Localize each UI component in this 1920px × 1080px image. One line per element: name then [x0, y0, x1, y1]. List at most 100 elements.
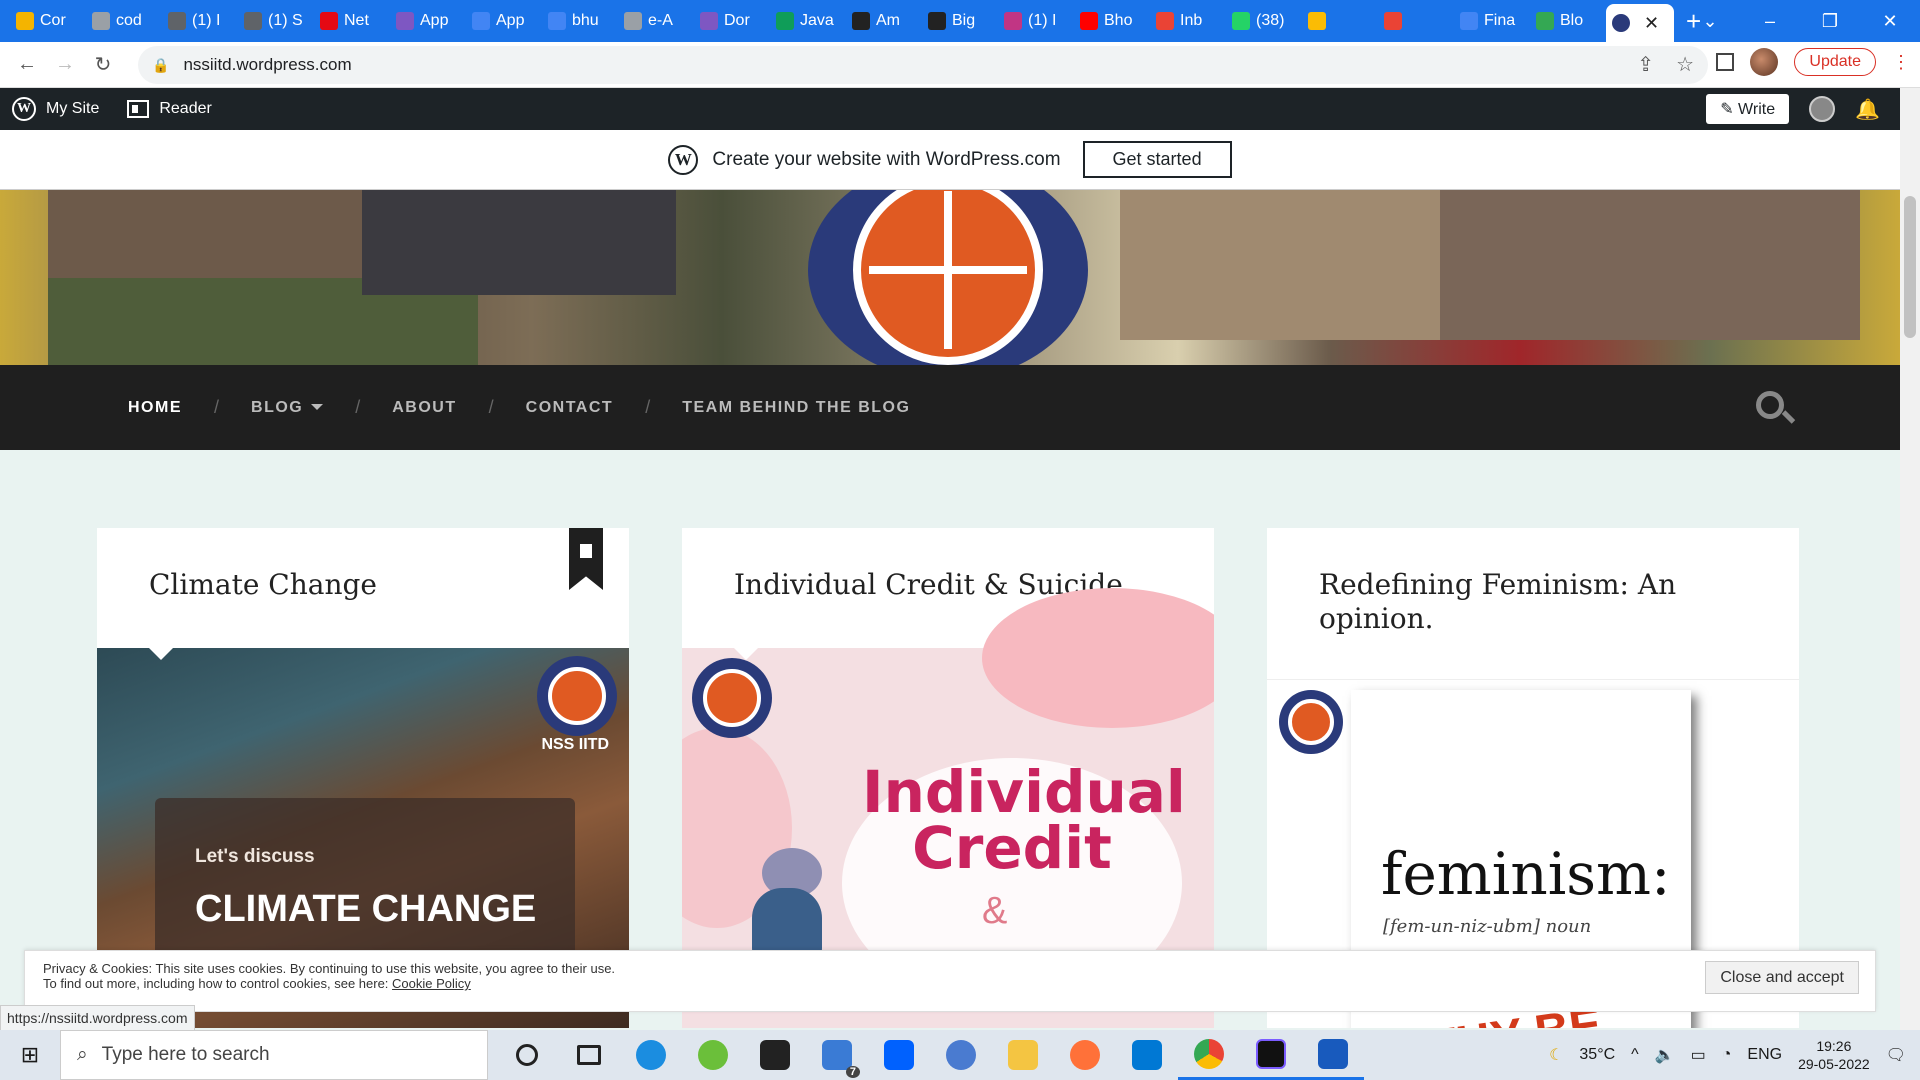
language-indicator[interactable]: ENG: [1747, 1046, 1782, 1064]
clock[interactable]: 19:26 29-05-2022: [1798, 1037, 1870, 1073]
browser-tab[interactable]: (1) I: [998, 6, 1074, 36]
close-window-icon[interactable]: ✕: [1860, 11, 1920, 32]
side-panel-icon[interactable]: [1716, 53, 1735, 71]
notion-icon[interactable]: [744, 1030, 806, 1080]
edge-icon[interactable]: [620, 1030, 682, 1080]
browser-tab[interactable]: Fina: [1454, 6, 1530, 36]
post-title[interactable]: Redefining Feminism: An opinion.: [1267, 528, 1799, 648]
minimize-icon[interactable]: –: [1740, 11, 1800, 32]
browser-tab[interactable]: Bho: [1074, 6, 1150, 36]
tab-search-icon[interactable]: ⌄: [1680, 11, 1740, 32]
browser-tab[interactable]: bhu: [542, 6, 618, 36]
battery-icon[interactable]: ▭: [1691, 1045, 1706, 1065]
nav-team[interactable]: TEAM BEHIND THE BLOG: [682, 399, 910, 417]
cortana-icon[interactable]: [496, 1030, 558, 1080]
browser-tab[interactable]: (1) S: [238, 6, 314, 36]
nav-contact[interactable]: CONTACT: [526, 399, 614, 417]
windows-start-icon[interactable]: ⊞: [0, 1042, 60, 1068]
nav-home[interactable]: HOME: [128, 399, 182, 417]
weather-temp[interactable]: 35°C: [1579, 1046, 1615, 1064]
get-started-button[interactable]: Get started: [1082, 141, 1232, 178]
tab-favicon-icon: [776, 12, 794, 30]
cookie-policy-link[interactable]: Cookie Policy: [392, 976, 471, 991]
task-view-icon[interactable]: [558, 1030, 620, 1080]
chromium-icon[interactable]: [930, 1030, 992, 1080]
vscode-icon[interactable]: [1116, 1030, 1178, 1080]
chevron-up-icon[interactable]: ^: [1631, 1046, 1639, 1064]
browser-tab[interactable]: Cor: [10, 6, 86, 36]
browser-tab[interactable]: [1302, 6, 1378, 36]
firefox-icon[interactable]: [1054, 1030, 1116, 1080]
image-title: Individual Credit: [862, 758, 1186, 882]
search-icon: ⌕: [77, 1044, 88, 1065]
scrollbar-thumb[interactable]: [1904, 196, 1916, 338]
address-bar[interactable]: 🔒 nssiitd.wordpress.com ⇪ ☆: [138, 46, 1708, 84]
user-avatar[interactable]: [1809, 96, 1836, 122]
bookmark-star-icon[interactable]: ☆: [1676, 52, 1694, 77]
tab-label: Cor: [40, 12, 66, 29]
tab-favicon-icon: [1460, 12, 1478, 30]
page-scrollbar[interactable]: [1900, 88, 1920, 1030]
file-explorer-icon[interactable]: [992, 1030, 1054, 1080]
intellij-icon[interactable]: [1240, 1030, 1302, 1080]
image-pronunciation: [fem-un-niz-ubm] noun: [1383, 916, 1592, 937]
wordpress-logo-icon: W: [12, 97, 36, 121]
weather-moon-icon[interactable]: ☾: [1549, 1045, 1563, 1065]
title-notch: [1319, 680, 1343, 692]
browser-toolbar: ← → ↻ 🔒 nssiitd.wordpress.com ⇪ ☆ Update…: [0, 42, 1920, 88]
write-button[interactable]: ✎ Write: [1706, 94, 1790, 124]
tab-favicon-icon: [1308, 12, 1326, 30]
nav-blog[interactable]: BLOG: [251, 399, 324, 417]
menu-kebab-icon[interactable]: ⋮: [1892, 52, 1910, 73]
share-icon[interactable]: ⇪: [1637, 52, 1654, 77]
tab-favicon-icon: [244, 12, 262, 30]
lock-icon[interactable]: 🔒: [152, 57, 169, 74]
notifications-icon[interactable]: 🗨: [1886, 1045, 1906, 1065]
restore-icon[interactable]: ❐: [1800, 11, 1860, 32]
close-tab-icon[interactable]: ✕: [1644, 13, 1659, 34]
tab-favicon-icon: [928, 12, 946, 30]
main-navigation: HOME / BLOG / ABOUT / CONTACT / TEAM BEH…: [0, 365, 1900, 450]
forward-icon[interactable]: →: [46, 53, 84, 76]
nav-about[interactable]: ABOUT: [392, 399, 456, 417]
browser-tab[interactable]: cod: [86, 6, 162, 36]
update-button[interactable]: Update: [1794, 48, 1876, 76]
cookie-text-line2: To find out more, including how to contr…: [43, 976, 1857, 991]
browser-tab[interactable]: App: [466, 6, 542, 36]
browser-tab[interactable]: (38): [1226, 6, 1302, 36]
browser-tab[interactable]: [1378, 6, 1454, 36]
dropbox-icon[interactable]: [868, 1030, 930, 1080]
wifi-icon[interactable]: ◔: [1722, 1046, 1732, 1064]
tab-label: Java: [800, 12, 834, 29]
browser-tab[interactable]: Am: [846, 6, 922, 36]
mail-count-badge: 7: [845, 1066, 860, 1078]
site-header-image[interactable]: [0, 190, 1900, 365]
close-and-accept-button[interactable]: Close and accept: [1705, 961, 1859, 994]
my-site-link[interactable]: W My Site: [12, 97, 99, 121]
chrome-icon[interactable]: [1178, 1030, 1240, 1080]
mail-icon[interactable]: 7: [806, 1030, 868, 1080]
search-icon[interactable]: [1756, 391, 1784, 419]
taskbar-search-box[interactable]: ⌕ Type here to search: [60, 1030, 488, 1080]
browser-tab[interactable]: Big: [922, 6, 998, 36]
browser-tab[interactable]: App: [390, 6, 466, 36]
reload-icon[interactable]: ↻: [84, 52, 122, 77]
browser-tab[interactable]: Java: [770, 6, 846, 36]
tab-active[interactable]: ✕: [1606, 4, 1674, 42]
browser-tab[interactable]: e-A: [618, 6, 694, 36]
post-title[interactable]: Climate Change: [97, 528, 629, 648]
volume-icon[interactable]: 🔈: [1655, 1045, 1675, 1065]
greenshot-icon[interactable]: [682, 1030, 744, 1080]
reader-label: Reader: [159, 100, 212, 117]
browser-tab[interactable]: (1) I: [162, 6, 238, 36]
browser-tab[interactable]: Dor: [694, 6, 770, 36]
browser-tab[interactable]: Inb: [1150, 6, 1226, 36]
profile-avatar[interactable]: [1750, 48, 1779, 76]
browser-tab[interactable]: Net: [314, 6, 390, 36]
header-photo: [48, 190, 362, 278]
word-icon[interactable]: [1302, 1030, 1364, 1080]
back-icon[interactable]: ←: [8, 53, 46, 76]
browser-tab[interactable]: Blo: [1530, 6, 1606, 36]
reader-link[interactable]: Reader: [127, 100, 212, 118]
notifications-bell-icon[interactable]: 🔔: [1855, 97, 1880, 122]
